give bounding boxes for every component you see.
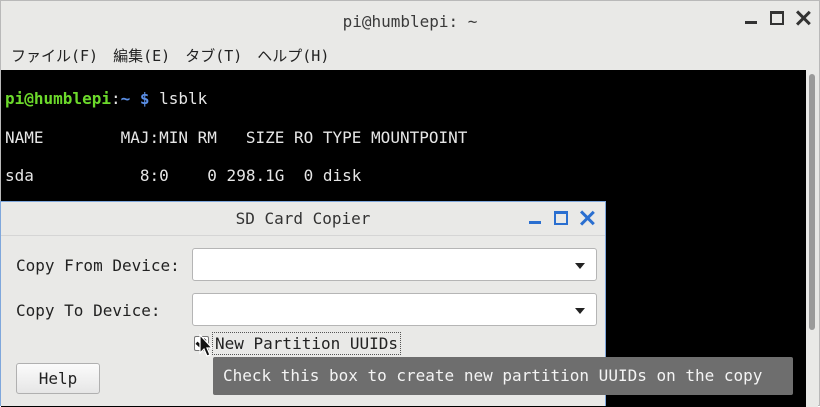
- menu-tab[interactable]: タブ(T): [185, 45, 242, 66]
- prompt-path: ~: [120, 89, 131, 109]
- new-partition-uuids-label[interactable]: New Partition UUIDs: [212, 332, 402, 355]
- copy-to-label: Copy To Device:: [16, 301, 161, 320]
- copy-from-label: Copy From Device:: [16, 256, 180, 275]
- prompt-symbol: $: [130, 89, 150, 109]
- terminal-line: sda 8:0 0 298.1G 0 disk: [5, 165, 362, 185]
- terminal-scrollbar[interactable]: [806, 70, 818, 407]
- dialog-title: SD Card Copier: [235, 209, 371, 228]
- chevron-down-icon: [575, 308, 585, 314]
- close-icon[interactable]: [795, 10, 811, 26]
- maximize-icon[interactable]: [553, 210, 569, 226]
- dialog-window-controls: [527, 210, 595, 226]
- minimize-icon[interactable]: [527, 210, 543, 226]
- prompt-command: lsblk: [149, 89, 208, 109]
- dialog-titlebar[interactable]: SD Card Copier: [1, 202, 605, 236]
- close-icon[interactable]: [579, 210, 595, 226]
- help-button[interactable]: Help: [16, 363, 100, 394]
- tooltip: Check this box to create new partition U…: [213, 357, 793, 395]
- prompt-separator: :: [110, 89, 121, 109]
- terminal-window-controls: [743, 10, 811, 26]
- terminal-menubar: ファイル(F) 編集(E) タブ(T) ヘルプ(H): [1, 41, 344, 69]
- prompt-user: pi@humblepi: [5, 89, 111, 109]
- mouse-pointer-icon: [199, 334, 213, 357]
- terminal-titlebar[interactable]: pi@humblepi: ~: [1, 1, 819, 41]
- copy-to-device-select[interactable]: [192, 293, 597, 326]
- menu-help[interactable]: ヘルプ(H): [257, 45, 329, 66]
- menu-file[interactable]: ファイル(F): [11, 45, 98, 66]
- terminal-line: NAME MAJ:MIN RM SIZE RO TYPE MOUNTPOINT: [5, 127, 468, 147]
- minimize-icon[interactable]: [743, 10, 759, 26]
- scrollbar-thumb[interactable]: [809, 74, 815, 330]
- terminal-prompt-line: pi@humblepi:~ $ lsblk: [5, 89, 807, 108]
- chevron-down-icon: [575, 263, 585, 269]
- terminal-title: pi@humblepi: ~: [342, 11, 478, 31]
- menu-edit[interactable]: 編集(E): [113, 45, 170, 66]
- tooltip-text: Check this box to create new partition U…: [223, 366, 763, 385]
- copy-from-device-select[interactable]: [192, 248, 597, 281]
- maximize-icon[interactable]: [769, 10, 785, 26]
